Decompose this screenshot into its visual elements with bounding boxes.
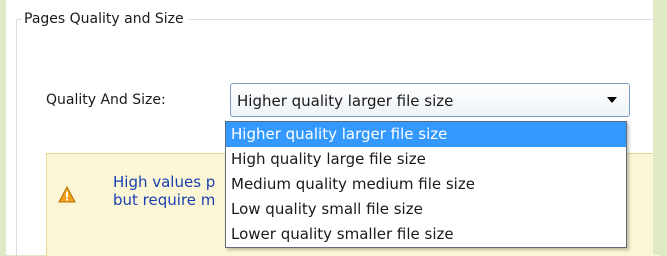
warning-line-2: but require m (113, 191, 216, 209)
dropdown-option[interactable]: Medium quality medium file size (226, 172, 626, 197)
warning-line-1: High values p (113, 173, 216, 191)
dropdown-option[interactable]: High quality large file size (226, 147, 626, 172)
quality-size-select[interactable]: Higher quality larger file size (230, 83, 630, 117)
window-edge (653, 0, 667, 255)
quality-size-selected-value: Higher quality larger file size (237, 92, 454, 110)
warning-text: High values p but require m (113, 173, 215, 209)
dropdown-option[interactable]: Low quality small file size (226, 197, 626, 222)
dropdown-option[interactable]: Higher quality larger file size (226, 122, 626, 147)
warning-icon (58, 185, 76, 207)
chevron-down-icon[interactable] (607, 97, 617, 103)
quality-size-dropdown-list: Higher quality larger file size High qua… (225, 121, 627, 248)
dropdown-option[interactable]: Lower quality smaller file size (226, 222, 626, 247)
quality-size-label: Quality And Size: (46, 92, 166, 108)
group-title: Pages Quality and Size (22, 9, 188, 29)
